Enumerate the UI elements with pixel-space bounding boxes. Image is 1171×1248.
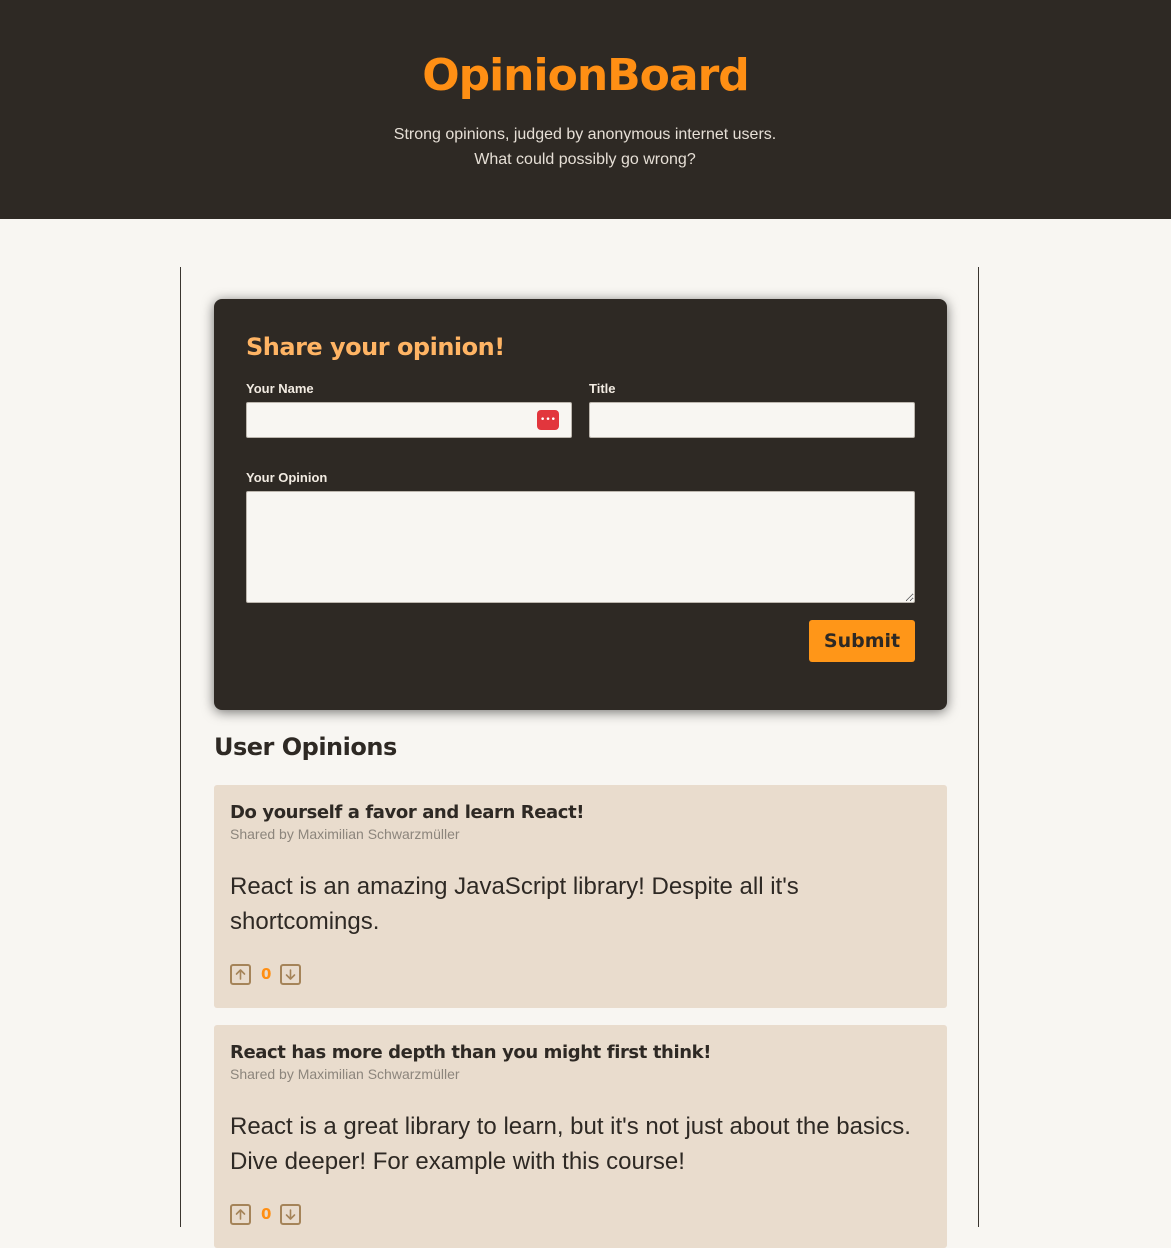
upvote-button[interactable] <box>230 964 251 985</box>
site-brand: OpinionBoard <box>422 50 750 101</box>
form-title: Share your opinion! <box>246 333 505 361</box>
arrow-up-icon <box>235 969 246 980</box>
arrow-up-icon <box>235 1209 246 1220</box>
title-input[interactable] <box>589 402 915 438</box>
name-label: Your Name <box>246 381 314 396</box>
opinion-card: React has more depth than you might firs… <box>214 1025 947 1248</box>
name-field-wrapper: ••• <box>246 402 572 438</box>
user-opinions-heading: User Opinions <box>214 733 397 761</box>
opinion-author: Shared by Maximilian Schwarzmüller <box>230 826 460 842</box>
opinion-body: React is a great library to learn, but i… <box>230 1113 911 1175</box>
submit-button[interactable]: Submit <box>809 620 915 662</box>
downvote-button[interactable] <box>280 964 301 985</box>
password-manager-icon[interactable]: ••• <box>537 410 559 430</box>
vote-count: 0 <box>261 965 272 983</box>
upvote-button[interactable] <box>230 1204 251 1225</box>
arrow-down-icon <box>285 969 296 980</box>
opinion-title: React has more depth than you might firs… <box>230 1042 712 1063</box>
site-tagline: Strong opinions, judged by anonymous int… <box>393 126 777 168</box>
name-input[interactable] <box>246 402 572 438</box>
opinion-title: Do yourself a favor and learn React! <box>230 802 585 823</box>
opinion-card: Do yourself a favor and learn React! Sha… <box>214 785 947 1008</box>
site-header: OpinionBoard Strong opinions, judged by … <box>0 0 1171 219</box>
vote-count: 0 <box>261 1205 272 1223</box>
title-label: Title <box>589 381 616 396</box>
opinion-form: Share your opinion! Your Name ••• Title … <box>214 299 947 710</box>
main-content: Share your opinion! Your Name ••• Title … <box>180 267 979 1248</box>
opinion-textarea[interactable] <box>246 491 915 603</box>
opinion-body: React is an amazing JavaScript library! … <box>230 873 799 935</box>
opinion-author: Shared by Maximilian Schwarzmüller <box>230 1066 460 1082</box>
opinion-label: Your Opinion <box>246 470 328 485</box>
downvote-button[interactable] <box>280 1204 301 1225</box>
arrow-down-icon <box>285 1209 296 1220</box>
